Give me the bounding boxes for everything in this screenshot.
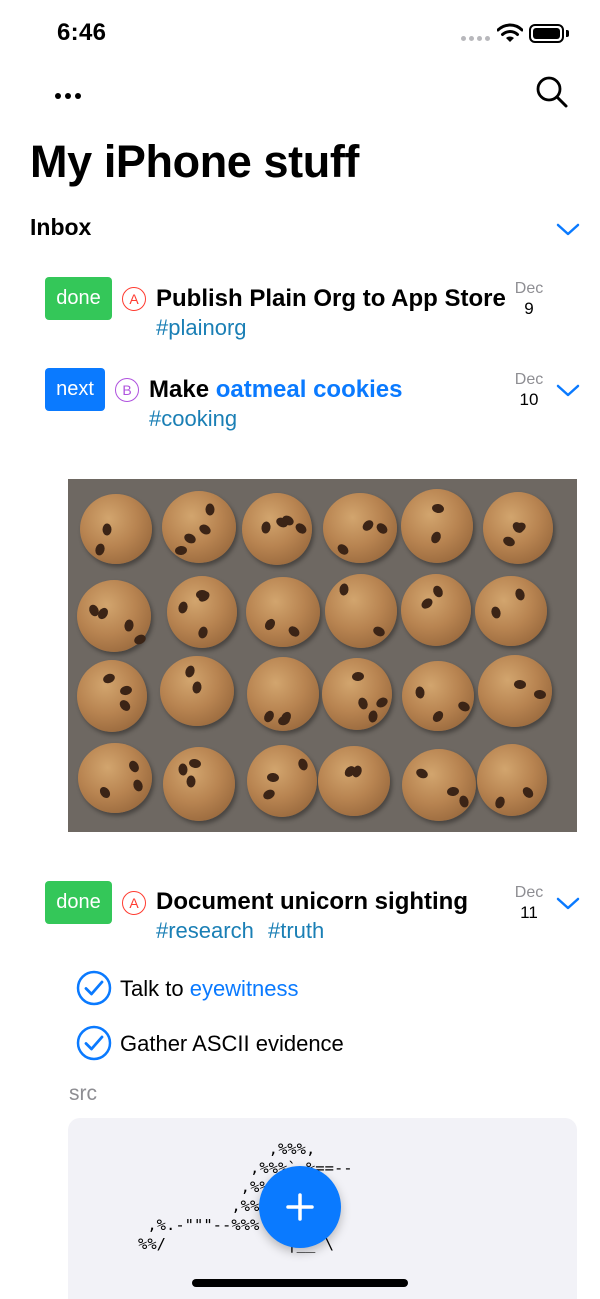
task-tags: #research #truth — [156, 918, 332, 944]
cookie — [477, 743, 548, 816]
todo-state-badge[interactable]: next — [45, 368, 105, 411]
section-header-inbox[interactable]: Inbox — [30, 210, 580, 246]
priority-badge: A — [122, 287, 146, 311]
add-task-button[interactable] — [259, 1166, 341, 1248]
checklist-label: Talk to eyewitness — [120, 976, 299, 1002]
checklist-text: Talk to — [120, 976, 190, 1001]
tag[interactable]: #cooking — [149, 406, 237, 431]
cookie — [166, 576, 237, 649]
task-row[interactable]: done A Publish Plain Org to App Store #p… — [0, 270, 600, 340]
cookie — [478, 655, 553, 728]
checkmark-circle-icon[interactable] — [76, 970, 112, 1006]
priority-badge: A — [122, 891, 146, 915]
ellipsis-icon — [55, 93, 61, 99]
task-date: Dec 10 — [507, 370, 551, 410]
chevron-down-icon[interactable] — [556, 381, 580, 399]
checklist-link[interactable]: eyewitness — [190, 976, 299, 1001]
battery-icon — [529, 24, 569, 43]
cookie — [402, 748, 477, 821]
status-time: 6:46 — [57, 19, 107, 46]
chevron-down-icon[interactable] — [556, 220, 580, 238]
page-title: My iPhone stuff — [30, 136, 359, 187]
cookie — [163, 747, 236, 822]
task-tags: #plainorg — [156, 315, 255, 341]
cookie — [400, 574, 471, 647]
cookie — [162, 491, 237, 564]
date-month: Dec — [514, 280, 544, 297]
date-day: 10 — [519, 390, 539, 409]
date-month: Dec — [514, 884, 544, 901]
cookie — [322, 657, 393, 730]
cookie — [323, 492, 398, 563]
cookie — [482, 491, 553, 564]
status-bar: 6:46 — [0, 0, 600, 64]
todo-state-badge[interactable]: done — [45, 881, 112, 924]
task-title-link[interactable]: oatmeal cookies — [216, 376, 403, 403]
search-icon[interactable] — [532, 72, 572, 112]
oatmeal-cookies-photo[interactable] — [68, 479, 577, 832]
date-month: Dec — [514, 371, 544, 388]
cookie — [402, 661, 474, 732]
task-title-text: Make — [149, 376, 216, 403]
src-block-label: src — [69, 1082, 97, 1105]
todo-state-badge[interactable]: done — [45, 277, 112, 320]
task-tags: #cooking — [149, 406, 245, 432]
cookie — [246, 577, 321, 648]
task-date: Dec 9 — [507, 279, 551, 319]
cookie — [324, 574, 397, 649]
date-day: 9 — [524, 299, 534, 318]
cellular-signal-icon — [461, 36, 491, 42]
checklist-label: Gather ASCII evidence — [120, 1031, 344, 1056]
cookie — [159, 655, 234, 726]
task-row[interactable]: next B Make oatmeal cookies #cooking Dec… — [0, 361, 600, 431]
more-options-button[interactable] — [50, 84, 86, 108]
cookie — [401, 489, 474, 564]
checkmark-circle-icon[interactable] — [76, 1025, 112, 1061]
task-title: Publish Plain Org to App Store — [156, 285, 506, 312]
cookie — [246, 744, 317, 817]
task-row[interactable]: done A Document unicorn sighting #resear… — [0, 874, 600, 944]
cookie — [241, 492, 312, 565]
cookie — [475, 576, 548, 647]
tag[interactable]: #research — [156, 918, 254, 943]
cookie — [77, 580, 152, 653]
wifi-icon — [497, 23, 523, 42]
cookie — [79, 494, 152, 565]
date-day: 11 — [520, 903, 538, 922]
cookie — [318, 746, 391, 817]
task-title: Make oatmeal cookies — [149, 376, 402, 404]
home-indicator[interactable] — [192, 1279, 408, 1287]
task-title: Document unicorn sighting — [156, 888, 468, 915]
chevron-down-icon[interactable] — [556, 894, 580, 912]
cookie — [247, 657, 320, 732]
tag[interactable]: #plainorg — [156, 315, 247, 340]
section-label: Inbox — [30, 214, 92, 240]
plus-icon — [286, 1193, 314, 1221]
cookie — [77, 660, 148, 733]
priority-badge: B — [115, 378, 139, 402]
tag[interactable]: #truth — [268, 918, 324, 943]
task-date: Dec 11 — [507, 883, 551, 923]
cookie — [78, 743, 153, 814]
